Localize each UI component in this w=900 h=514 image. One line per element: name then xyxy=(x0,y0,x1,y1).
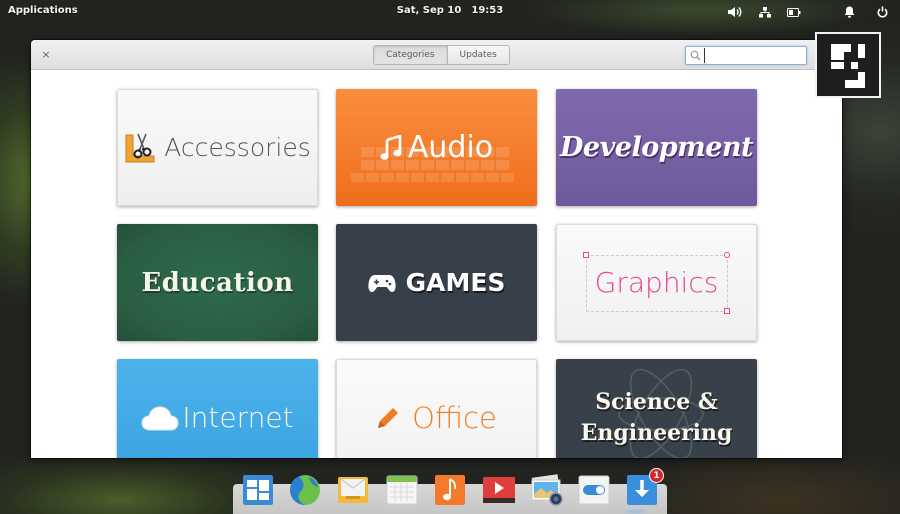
dock-item-music[interactable] xyxy=(434,474,466,506)
panel-date[interactable]: Sat, Sep 10 xyxy=(397,5,462,16)
dock-item-videos[interactable] xyxy=(482,474,515,506)
category-accessories[interactable]: Accessories xyxy=(117,89,318,206)
category-office[interactable]: Office xyxy=(336,359,537,458)
accessories-icon xyxy=(125,133,155,162)
header-bar: × Categories Updates xyxy=(31,40,842,70)
overlay-marker xyxy=(815,32,881,98)
category-development[interactable]: Development xyxy=(556,89,757,206)
app-center-window: × Categories Updates Accessories Audio D… xyxy=(31,40,842,458)
category-label: Education xyxy=(141,267,294,298)
tab-updates[interactable]: Updates xyxy=(446,46,509,64)
battery-icon xyxy=(787,7,801,17)
category-label: Internet xyxy=(182,401,294,434)
search-field[interactable] xyxy=(685,46,807,65)
close-button[interactable]: × xyxy=(39,48,53,62)
category-education[interactable]: Education xyxy=(117,224,318,341)
battery-indicator[interactable] xyxy=(786,4,802,20)
dock-item-multitasking-view[interactable] xyxy=(242,474,274,506)
dock-item-system-settings[interactable] xyxy=(578,474,610,506)
category-label: Audio xyxy=(407,130,494,165)
category-label: GAMES xyxy=(405,268,506,297)
dock-item-app-center[interactable]: 1 xyxy=(626,468,664,506)
dock-item-calendar[interactable] xyxy=(386,474,418,506)
category-audio[interactable]: Audio xyxy=(336,89,537,206)
notifications-icon xyxy=(844,6,854,18)
rotate-handle xyxy=(724,252,730,258)
selection-handle xyxy=(724,308,730,314)
session-indicator[interactable] xyxy=(875,4,889,20)
category-games[interactable]: GAMES xyxy=(336,224,537,341)
running-indicator xyxy=(618,509,652,514)
category-internet[interactable]: Internet xyxy=(117,359,318,458)
network-icon xyxy=(759,6,771,17)
dock-item-mail[interactable] xyxy=(337,474,369,506)
category-label: Graphics xyxy=(594,266,719,299)
power-icon xyxy=(877,6,887,18)
toggle-switch-icon xyxy=(578,475,610,505)
tab-categories[interactable]: Categories xyxy=(374,46,447,64)
selection-handle xyxy=(583,252,589,258)
video-play-icon xyxy=(483,477,515,503)
gamepad-icon xyxy=(367,274,396,292)
search-icon xyxy=(690,50,701,61)
category-label: Office xyxy=(412,400,497,435)
view-switcher: Categories Updates xyxy=(373,45,510,65)
volume-icon xyxy=(728,7,742,17)
category-label-line2: Engineering xyxy=(580,419,733,446)
pencil-icon xyxy=(378,407,399,428)
calendar-icon xyxy=(386,475,418,505)
mail-icon xyxy=(338,477,368,503)
music-note-icon xyxy=(380,134,402,160)
top-panel: Applications Sat, Sep 10 19:53 xyxy=(0,0,900,24)
dock-item-photos[interactable] xyxy=(530,474,563,506)
category-science-engineering[interactable]: Science & Engineering xyxy=(556,359,757,458)
volume-indicator[interactable] xyxy=(727,4,743,20)
search-input[interactable] xyxy=(704,48,804,63)
photos-icon xyxy=(531,474,563,506)
notifications-indicator[interactable] xyxy=(842,4,856,20)
multitasking-icon xyxy=(243,475,273,505)
update-count-badge: 1 xyxy=(649,468,664,483)
category-grid: Accessories Audio Development Education … xyxy=(31,71,842,458)
music-icon xyxy=(435,475,465,505)
dock-item-web-browser[interactable] xyxy=(289,474,321,506)
panel-time[interactable]: 19:53 xyxy=(471,5,503,16)
network-indicator[interactable] xyxy=(758,4,772,20)
category-label: Science & xyxy=(595,388,718,415)
applications-menu[interactable]: Applications xyxy=(8,5,78,16)
cloud-icon xyxy=(141,405,179,430)
category-graphics[interactable]: Graphics xyxy=(556,224,757,341)
category-label: Development xyxy=(560,132,753,163)
category-label: Accessories xyxy=(164,133,311,162)
globe-icon xyxy=(290,475,320,505)
